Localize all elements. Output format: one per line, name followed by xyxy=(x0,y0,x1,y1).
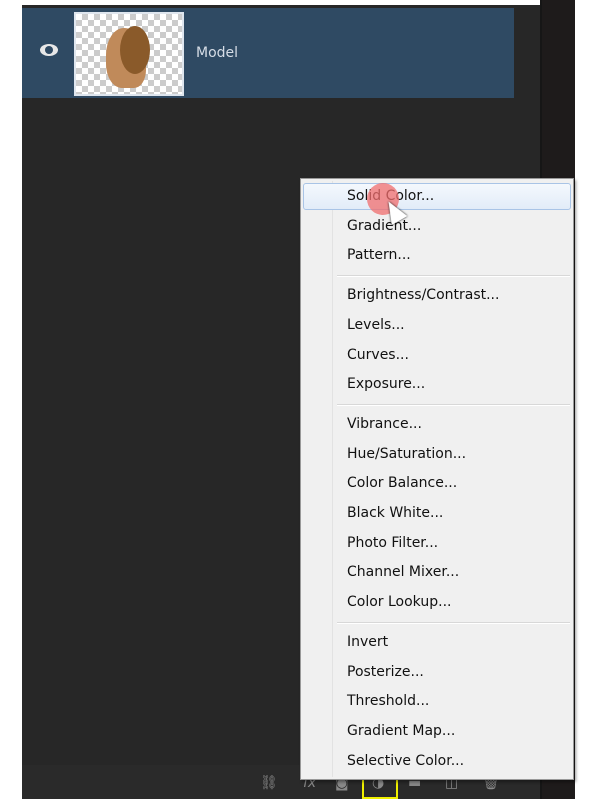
menu-item[interactable]: Levels... xyxy=(303,312,571,339)
menu-item[interactable]: Color Balance... xyxy=(303,470,571,497)
layer-row-model[interactable]: Model xyxy=(22,8,514,98)
menu-separator xyxy=(337,275,570,278)
menu-separator xyxy=(337,621,570,624)
menu-item[interactable]: Black White... xyxy=(303,500,571,527)
model-hair xyxy=(120,26,150,74)
menu-item[interactable]: Curves... xyxy=(303,342,571,369)
menu-item[interactable]: Color Lookup... xyxy=(303,589,571,616)
menu-item[interactable]: Hue/Saturation... xyxy=(303,441,571,468)
menu-separator xyxy=(337,403,570,406)
menu-item[interactable]: Solid Color... xyxy=(303,183,571,210)
menu-item[interactable]: Brightness/Contrast... xyxy=(303,282,571,309)
menu-item[interactable]: Gradient... xyxy=(303,213,571,240)
layer-thumbnail[interactable] xyxy=(74,12,184,96)
menu-item[interactable]: Invert xyxy=(303,629,571,656)
visibility-eye-icon[interactable] xyxy=(40,44,58,56)
menu-item[interactable]: Photo Filter... xyxy=(303,530,571,557)
menu-item[interactable]: Vibrance... xyxy=(303,411,571,438)
menu-item[interactable]: Exposure... xyxy=(303,371,571,398)
menu-item[interactable]: Pattern... xyxy=(303,242,571,269)
link-icon[interactable]: ⛓ xyxy=(260,775,278,791)
adjustment-layer-menu: Solid Color... Gradient... Pattern... Brigh… xyxy=(300,178,574,780)
menu-item[interactable]: Posterize... xyxy=(303,659,571,686)
layer-name[interactable]: Model xyxy=(196,45,238,61)
menu-item[interactable]: Channel Mixer... xyxy=(303,559,571,586)
menu-item[interactable]: Gradient Map... xyxy=(303,718,571,745)
menu-item[interactable]: Selective Color... xyxy=(303,748,571,775)
menu-item[interactable]: Threshold... xyxy=(303,688,571,715)
